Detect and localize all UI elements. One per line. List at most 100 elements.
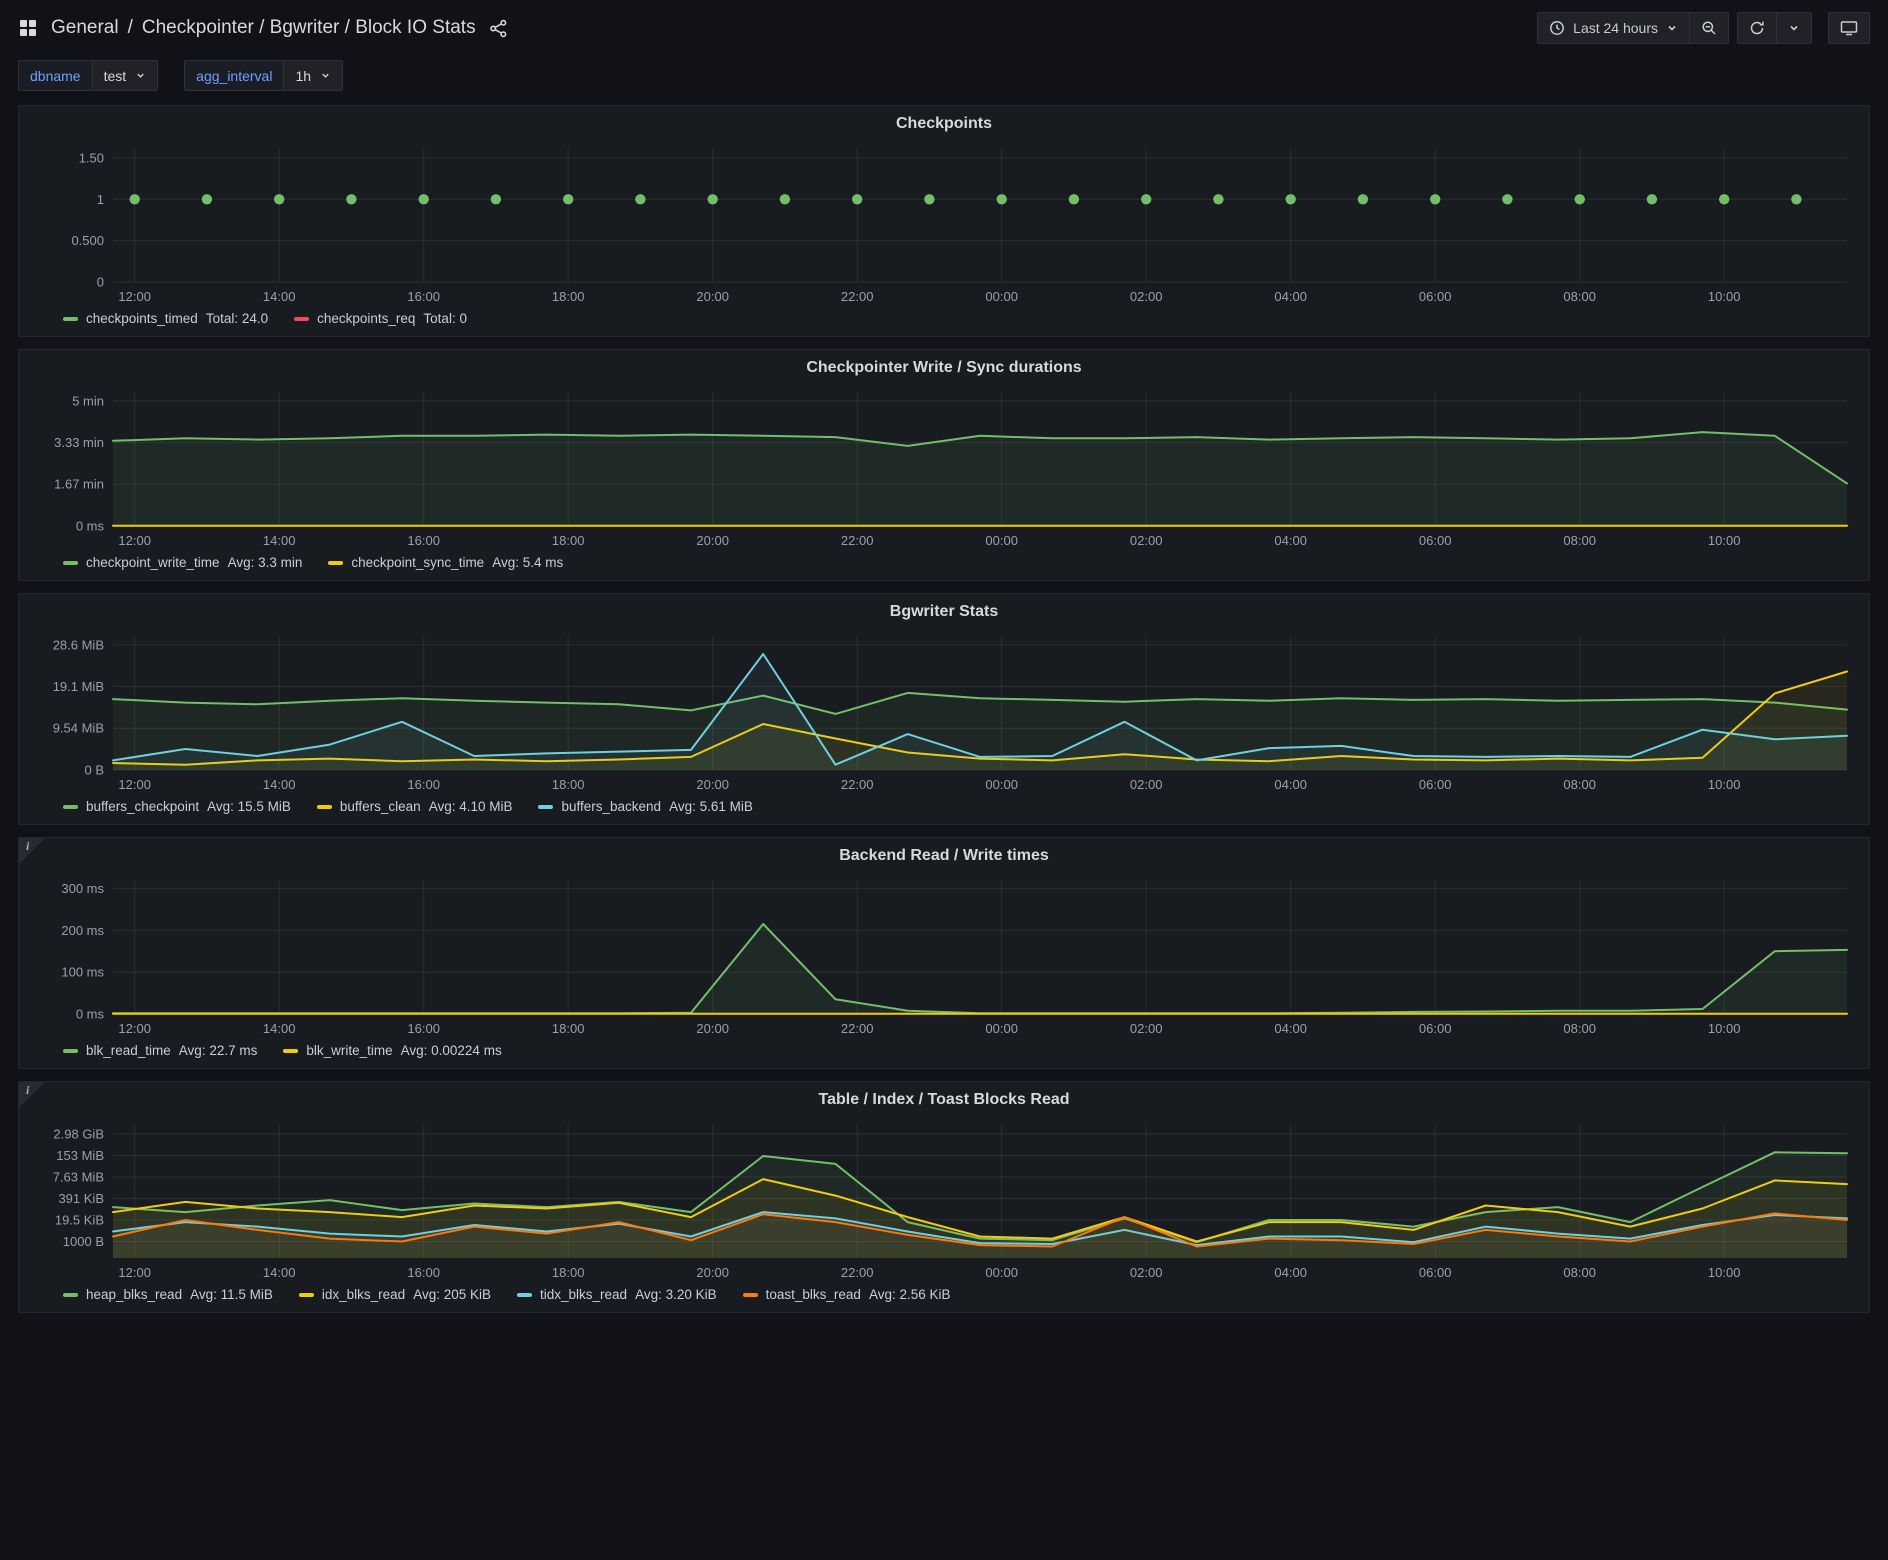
dashboards-grid-icon[interactable] [18, 18, 38, 38]
legend-item[interactable]: blk_read_time Avg: 22.7 ms [63, 1043, 257, 1058]
svg-text:10:00: 10:00 [1708, 1021, 1741, 1036]
legend-item[interactable]: toast_blks_read Avg: 2.56 KiB [743, 1287, 951, 1302]
variable-agg-interval-value: 1h [295, 68, 311, 84]
panel-legend: checkpoints_timed Total: 24.0 checkpoint… [19, 308, 1869, 334]
legend-item[interactable]: tidx_blks_read Avg: 3.20 KiB [517, 1287, 717, 1302]
checkpoints-chart[interactable]: 12:0014:0016:0018:0020:0022:0000:0002:00… [19, 138, 1869, 308]
refresh-interval-dropdown[interactable] [1777, 12, 1812, 44]
panel-checkpoints: Checkpoints 12:0014:0016:0018:0020:0022:… [18, 105, 1870, 337]
series-color-swatch [317, 805, 332, 809]
svg-text:12:00: 12:00 [118, 289, 151, 304]
legend-item[interactable]: buffers_backend Avg: 5.61 MiB [538, 799, 752, 814]
legend-item[interactable]: heap_blks_read Avg: 11.5 MiB [63, 1287, 273, 1302]
view-controls [1828, 12, 1870, 44]
legend-item[interactable]: blk_write_time Avg: 0.00224 ms [283, 1043, 501, 1058]
legend-label: buffers_clean [340, 799, 421, 814]
svg-text:14:00: 14:00 [263, 1021, 296, 1036]
svg-text:18:00: 18:00 [552, 289, 585, 304]
svg-text:02:00: 02:00 [1130, 1265, 1163, 1280]
svg-text:20:00: 20:00 [696, 289, 729, 304]
legend-stat: Total: 24.0 [206, 311, 268, 326]
svg-text:14:00: 14:00 [263, 289, 296, 304]
legend-item[interactable]: checkpoint_sync_time Avg: 5.4 ms [328, 555, 563, 570]
legend-item[interactable]: buffers_clean Avg: 4.10 MiB [317, 799, 513, 814]
panel-title[interactable]: Checkpoints [19, 114, 1869, 134]
variable-agg-interval-picker[interactable]: 1h [283, 60, 343, 91]
panel-info-icon[interactable]: i [19, 1082, 45, 1108]
svg-text:7.63 MiB: 7.63 MiB [53, 1170, 104, 1185]
series-color-swatch [283, 1049, 298, 1053]
legend-label: checkpoints_req [317, 311, 415, 326]
breadcrumb-folder[interactable]: General [51, 17, 119, 39]
legend-item[interactable]: checkpoints_timed Total: 24.0 [63, 311, 268, 326]
panel-info-icon[interactable]: i [19, 838, 45, 864]
legend-label: checkpoints_timed [86, 311, 198, 326]
svg-text:19.5 KiB: 19.5 KiB [55, 1212, 104, 1227]
svg-text:16:00: 16:00 [407, 1265, 440, 1280]
legend-item[interactable]: checkpoints_req Total: 0 [294, 311, 467, 326]
svg-text:08:00: 08:00 [1563, 1265, 1596, 1280]
series-color-swatch [538, 805, 553, 809]
monitor-icon [1840, 20, 1858, 36]
svg-text:08:00: 08:00 [1563, 777, 1596, 792]
svg-text:10:00: 10:00 [1708, 533, 1741, 548]
svg-text:2.98 GiB: 2.98 GiB [53, 1127, 104, 1142]
panel-title[interactable]: Bgwriter Stats [19, 602, 1869, 622]
svg-text:100 ms: 100 ms [61, 965, 104, 980]
svg-text:20:00: 20:00 [696, 777, 729, 792]
svg-text:391 KiB: 391 KiB [58, 1191, 104, 1206]
blocks-read-chart[interactable]: 12:0014:0016:0018:0020:0022:0000:0002:00… [19, 1114, 1869, 1284]
legend-stat: Total: 0 [423, 311, 467, 326]
svg-text:12:00: 12:00 [118, 533, 151, 548]
variable-dbname-value: test [104, 68, 127, 84]
magnifier-minus-icon [1701, 20, 1717, 36]
legend-item[interactable]: buffers_checkpoint Avg: 15.5 MiB [63, 799, 291, 814]
svg-text:02:00: 02:00 [1130, 1021, 1163, 1036]
svg-text:00:00: 00:00 [985, 1265, 1018, 1280]
dashboard-variables: dbname test agg_interval 1h [18, 60, 1870, 91]
svg-text:12:00: 12:00 [118, 1265, 151, 1280]
svg-text:04:00: 04:00 [1274, 777, 1307, 792]
svg-text:18:00: 18:00 [552, 777, 585, 792]
legend-item[interactable]: idx_blks_read Avg: 205 KiB [299, 1287, 491, 1302]
backend-read-write-chart[interactable]: 12:0014:0016:0018:0020:0022:0000:0002:00… [19, 870, 1869, 1040]
variable-dbname-label: dbname [18, 60, 92, 91]
legend-label: idx_blks_read [322, 1287, 405, 1302]
panel-title[interactable]: Backend Read / Write times [19, 846, 1869, 866]
panel-legend: buffers_checkpoint Avg: 15.5 MiB buffers… [19, 796, 1869, 822]
refresh-controls [1737, 12, 1812, 44]
legend-label: blk_write_time [306, 1043, 392, 1058]
panel-title[interactable]: Checkpointer Write / Sync durations [19, 358, 1869, 378]
legend-stat: Avg: 5.61 MiB [669, 799, 753, 814]
share-icon[interactable] [489, 19, 508, 38]
svg-text:04:00: 04:00 [1274, 1021, 1307, 1036]
refresh-button[interactable] [1737, 12, 1777, 44]
legend-stat: Avg: 15.5 MiB [207, 799, 291, 814]
bgwriter-stats-chart[interactable]: 12:0014:0016:0018:0020:0022:0000:0002:00… [19, 626, 1869, 796]
zoom-out-button[interactable] [1690, 12, 1729, 44]
variable-agg-interval-label: agg_interval [184, 60, 283, 91]
svg-text:22:00: 22:00 [841, 1265, 874, 1280]
svg-text:08:00: 08:00 [1563, 1021, 1596, 1036]
legend-item[interactable]: checkpoint_write_time Avg: 3.3 min [63, 555, 302, 570]
svg-text:16:00: 16:00 [407, 289, 440, 304]
svg-text:153 MiB: 153 MiB [56, 1148, 104, 1163]
panel-bgwriter-stats: Bgwriter Stats 12:0014:0016:0018:0020:00… [18, 593, 1870, 825]
svg-text:18:00: 18:00 [552, 1021, 585, 1036]
svg-text:0 ms: 0 ms [76, 1007, 105, 1022]
dashboard-title: General / Checkpointer / Bgwriter / Bloc… [51, 17, 476, 39]
svg-text:10:00: 10:00 [1708, 777, 1741, 792]
svg-text:02:00: 02:00 [1130, 533, 1163, 548]
svg-text:0 B: 0 B [84, 763, 104, 778]
tv-mode-button[interactable] [1828, 12, 1870, 44]
panel-title[interactable]: Table / Index / Toast Blocks Read [19, 1090, 1869, 1110]
series-color-swatch [63, 317, 78, 321]
svg-text:04:00: 04:00 [1274, 533, 1307, 548]
svg-text:04:00: 04:00 [1274, 1265, 1307, 1280]
variable-dbname: dbname test [18, 60, 158, 91]
svg-text:18:00: 18:00 [552, 1265, 585, 1280]
legend-label: buffers_checkpoint [86, 799, 199, 814]
time-range-picker[interactable]: Last 24 hours [1537, 12, 1690, 44]
variable-dbname-picker[interactable]: test [92, 60, 159, 91]
checkpointer-durations-chart[interactable]: 12:0014:0016:0018:0020:0022:0000:0002:00… [19, 382, 1869, 552]
